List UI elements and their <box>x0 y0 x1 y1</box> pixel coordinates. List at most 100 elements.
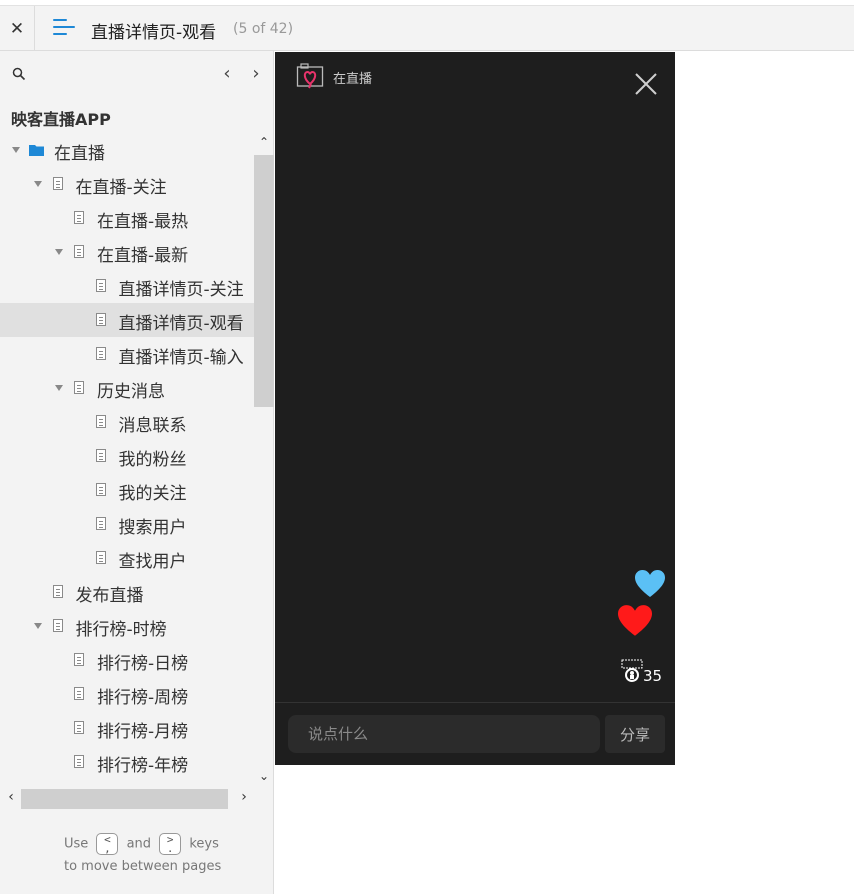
tree-item-label: 在直播-最新 <box>97 246 189 266</box>
prototype-preview: 在直播 35 分享 <box>275 52 675 765</box>
tree-item[interactable]: 直播详情页-观看 <box>0 303 254 337</box>
tree-item-label: 在直播 <box>54 144 105 164</box>
tree-item[interactable]: 在直播-最热 <box>0 201 254 235</box>
key-prev-icon: < , <box>96 833 119 855</box>
page-icon <box>95 347 106 360</box>
page-icon <box>74 653 84 666</box>
tree-item[interactable]: 发布直播 <box>0 575 254 609</box>
close-sitemap-button[interactable]: ✕ <box>0 6 35 51</box>
tree-item[interactable]: 直播详情页-关注 <box>0 269 254 303</box>
scroll-down-arrow[interactable]: ⌄ <box>257 769 271 783</box>
viewer-icon <box>621 659 643 682</box>
tree-item[interactable]: 排行榜-日榜 <box>0 643 254 677</box>
tree-item[interactable]: 消息联系 <box>0 405 254 439</box>
tree-item-label: 在直播-最热 <box>97 212 189 232</box>
tree-item-label: 历史消息 <box>97 382 165 402</box>
tree-item-label: 我的关注 <box>118 484 187 504</box>
scroll-right-arrow[interactable]: › <box>237 789 251 805</box>
tree-item[interactable]: 历史消息 <box>0 371 254 405</box>
tree-item[interactable]: 在直播-最新 <box>0 235 254 269</box>
menu-bar <box>53 26 75 28</box>
tree-item-label: 我的粉丝 <box>118 450 187 470</box>
vertical-scrollbar-thumb[interactable] <box>254 155 274 407</box>
heart-blue-icon <box>635 570 665 597</box>
page-icon <box>74 755 84 768</box>
comment-input[interactable] <box>288 715 600 753</box>
hint-and: and <box>126 836 152 852</box>
tree-item[interactable]: 排行榜-时榜 <box>0 609 254 643</box>
page-title: 直播详情页-观看 <box>91 23 217 43</box>
page-icon <box>95 415 106 428</box>
project-title: 映客直播APP <box>11 110 111 129</box>
tree-item-label: 排行榜-年榜 <box>97 756 189 776</box>
tree-item-label: 排行榜-月榜 <box>97 722 189 742</box>
page-icon <box>74 211 84 224</box>
tree-item-label: 个人中心 <box>76 785 144 788</box>
comment-bar: 分享 <box>275 702 675 765</box>
tree-item[interactable]: 查找用户 <box>0 541 254 575</box>
caret-down-icon[interactable] <box>33 181 42 187</box>
live-logo-icon <box>296 63 324 89</box>
top-bar: ✕ 直播详情页-观看 (5 of 42) <box>0 5 854 51</box>
tree-item-label: 搜索用户 <box>118 518 187 538</box>
caret-down-icon[interactable] <box>33 623 42 629</box>
page-icon <box>52 619 63 632</box>
menu-bar <box>53 19 67 21</box>
tree-item-label: 查找用户 <box>118 552 187 572</box>
sitemap-menu-icon[interactable] <box>53 19 75 37</box>
search-icon[interactable] <box>12 67 26 81</box>
page-icon <box>74 245 84 258</box>
tree-item[interactable]: 在直播 <box>0 133 254 167</box>
live-label: 在直播 <box>333 72 373 87</box>
page-icon <box>95 551 106 564</box>
tree-item[interactable]: 我的粉丝 <box>0 439 254 473</box>
folder-icon <box>29 145 44 156</box>
page-icon <box>52 585 63 598</box>
scroll-left-arrow[interactable]: ‹ <box>4 789 18 805</box>
next-page-button[interactable]: › <box>248 63 264 84</box>
page-icon <box>74 721 84 734</box>
close-icon[interactable] <box>634 72 658 96</box>
heart-red-icon <box>618 605 652 636</box>
page-icon <box>74 687 84 700</box>
close-icon: ✕ <box>9 18 25 39</box>
tree-item-label: 直播详情页-关注 <box>118 280 244 300</box>
tree-item[interactable]: 排行榜-年榜 <box>0 745 254 779</box>
sitemap-sidebar: ‹ › 映客直播APP 在直播在直播-关注在直播-最热 在直播-最新直播详情页-关… <box>0 51 274 894</box>
page-icon <box>95 449 106 462</box>
page-count: (5 of 42) <box>233 21 294 37</box>
viewer-count: 35 <box>643 667 663 685</box>
page-tree: 在直播在直播-关注在直播-最热 在直播-最新直播详情页-关注 直播详情页-观看 直播详… <box>0 133 254 788</box>
scroll-up-arrow[interactable]: ⌃ <box>257 135 271 149</box>
share-button[interactable]: 分享 <box>605 715 665 753</box>
previous-page-button[interactable]: ‹ <box>219 63 235 84</box>
tree-item[interactable]: 个人中心 <box>0 779 254 788</box>
tree-item-label: 发布直播 <box>75 586 144 606</box>
caret-down-icon[interactable] <box>55 249 63 255</box>
key-next-icon: > . <box>159 833 182 855</box>
hint-line2: to move between pages <box>64 859 222 874</box>
tree-item[interactable]: 直播详情页-输入 <box>0 337 254 371</box>
page-icon <box>74 381 84 394</box>
caret-down-icon[interactable] <box>55 385 63 391</box>
tree-item-label: 消息联系 <box>118 416 187 436</box>
tree-item-label: 排行榜-日榜 <box>97 654 189 674</box>
tree-item-label: 在直播-关注 <box>75 178 167 198</box>
page-icon <box>95 483 106 496</box>
page-icon <box>95 517 106 530</box>
hint-keys: keys <box>189 836 219 852</box>
tree-item[interactable]: 我的关注 <box>0 473 254 507</box>
tree-item[interactable]: 在直播-关注 <box>0 167 254 201</box>
tree-item-label: 直播详情页-输入 <box>118 348 244 368</box>
caret-down-icon[interactable] <box>12 147 20 153</box>
hint-use: Use <box>64 836 89 852</box>
tree-item[interactable]: 搜索用户 <box>0 507 254 541</box>
tree-item[interactable]: 排行榜-月榜 <box>0 711 254 745</box>
tree-item[interactable]: 排行榜-周榜 <box>0 677 254 711</box>
tree-item-label: 排行榜-时榜 <box>75 620 167 640</box>
page-icon <box>95 313 106 326</box>
tree-item-label: 排行榜-周榜 <box>97 688 189 708</box>
tree-item-label: 直播详情页-观看 <box>118 314 244 334</box>
menu-bar <box>53 33 67 35</box>
horizontal-scrollbar-thumb[interactable] <box>21 789 228 809</box>
